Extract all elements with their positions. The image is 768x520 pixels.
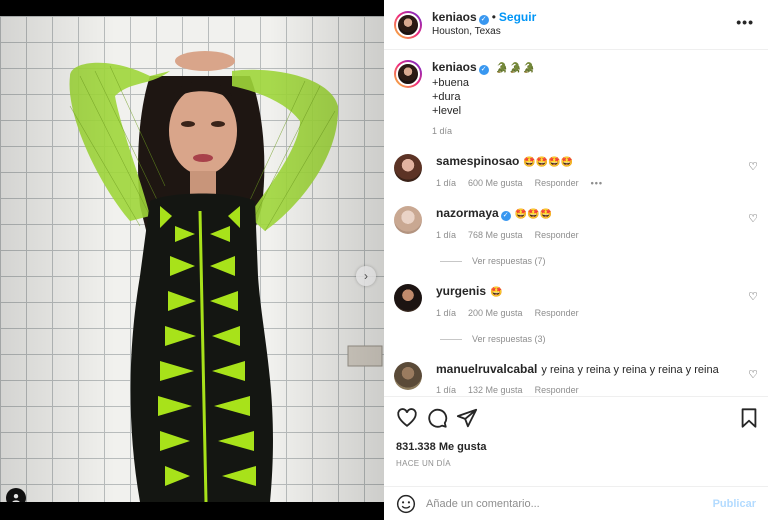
caption-time[interactable]: 1 día <box>432 124 452 138</box>
caption-username[interactable]: keniaos <box>432 60 477 74</box>
like-heart-icon[interactable] <box>396 407 418 429</box>
post-location[interactable]: Houston, Texas <box>432 25 536 39</box>
commenter-username[interactable]: nazormaya <box>436 206 499 220</box>
like-count[interactable]: 831.338 Me gusta <box>396 441 487 453</box>
follow-button[interactable]: Seguir <box>499 10 536 24</box>
photo-illustration <box>69 51 383 502</box>
commenter-avatar[interactable] <box>394 362 422 390</box>
post-side-panel: keniaos ✓ • Seguir Houston, Texas ••• kenia… <box>384 0 768 520</box>
view-replies-button[interactable]: Ver respuestas (3) <box>440 334 546 344</box>
comment-options-icon[interactable]: ••• <box>591 176 603 190</box>
post-actions-bar: 831.338 Me gusta HACE UN DÍA <box>384 396 768 486</box>
post-caption: keniaos ✓ 🐊🐊🐊 +buena +dura +level 1 día <box>394 60 536 138</box>
share-paper-plane-icon[interactable] <box>456 407 478 429</box>
reply-button[interactable]: Responder <box>535 306 579 320</box>
comment-likes[interactable]: 132 Me gusta <box>468 383 523 396</box>
reply-button[interactable]: Responder <box>535 228 579 242</box>
comment-time[interactable]: 1 día <box>436 383 456 396</box>
commenter-avatar[interactable] <box>394 284 422 312</box>
view-replies-label[interactable]: Ver respuestas (7) <box>472 256 546 266</box>
view-replies-label[interactable]: Ver respuestas (3) <box>472 334 546 344</box>
comment-likes[interactable]: 768 Me gusta <box>468 228 523 242</box>
like-comment-heart-icon[interactable]: ♡ <box>748 290 758 303</box>
reply-button[interactable]: Responder <box>535 176 579 190</box>
separator-dot: • <box>491 10 496 24</box>
publish-button[interactable]: Publicar <box>713 498 756 510</box>
comment-text: 🤩🤩🤩 <box>514 209 553 220</box>
commenter-avatar[interactable] <box>394 206 422 234</box>
author-avatar[interactable] <box>394 10 422 39</box>
commenter-username[interactable]: yurgenis <box>436 284 486 298</box>
comment-input[interactable] <box>426 497 713 510</box>
comment-text: y reina y reina y reina y reina y reina <box>541 364 719 376</box>
post-timestamp[interactable]: HACE UN DÍA <box>396 459 451 468</box>
post-photo[interactable]: › <box>0 16 384 502</box>
comment-text: 🤩🤩🤩🤩 <box>523 157 574 168</box>
replies-divider <box>440 338 462 340</box>
comment-likes[interactable]: 600 Me gusta <box>468 176 523 190</box>
comment-bubble-icon[interactable] <box>426 407 448 429</box>
comment-item: yurgenis 🤩 1 día 200 Me gusta Responder ♡ <box>394 284 760 320</box>
caption-line: +level <box>432 105 462 117</box>
comment-time[interactable]: 1 día <box>436 228 456 242</box>
commenter-username[interactable]: manuelruvalcabal <box>436 362 537 376</box>
comments-list[interactable]: keniaos ✓ 🐊🐊🐊 +buena +dura +level 1 día s… <box>384 50 768 396</box>
verified-badge-icon: ✓ <box>478 15 489 25</box>
save-bookmark-icon[interactable] <box>738 407 760 429</box>
commenter-avatar[interactable] <box>394 154 422 182</box>
comment-item: nazormaya ✓ 🤩🤩🤩 1 día 768 Me gusta Respond… <box>394 206 760 242</box>
comment-likes[interactable]: 200 Me gusta <box>468 306 523 320</box>
like-comment-heart-icon[interactable]: ♡ <box>748 368 758 381</box>
comment-item: samespinosao 🤩🤩🤩🤩 1 día 600 Me gusta Resp… <box>394 154 760 190</box>
post-header: keniaos ✓ • Seguir Houston, Texas ••• <box>384 0 768 50</box>
reply-button[interactable]: Responder <box>535 383 579 396</box>
comment-text: 🤩 <box>490 287 503 298</box>
caption-emojis: 🐊🐊🐊 <box>495 63 537 74</box>
caption-line: +dura <box>432 91 461 103</box>
verified-badge-icon: ✓ <box>500 211 511 221</box>
commenter-username[interactable]: samespinosao <box>436 154 519 168</box>
like-comment-heart-icon[interactable]: ♡ <box>748 160 758 173</box>
replies-divider <box>440 260 462 262</box>
next-slide-button[interactable]: › <box>356 266 376 286</box>
emoji-smiley-icon[interactable] <box>396 494 416 514</box>
more-options-icon[interactable]: ••• <box>736 14 754 30</box>
author-username[interactable]: keniaos <box>432 10 477 24</box>
comment-time[interactable]: 1 día <box>436 176 456 190</box>
add-comment-bar: Publicar <box>384 486 768 520</box>
comment-time[interactable]: 1 día <box>436 306 456 320</box>
view-replies-button[interactable]: Ver respuestas (7) <box>440 256 546 266</box>
instagram-post-modal: › keniaos✓•Seguir Houston, Texas ••• <box>0 0 768 520</box>
caption-author-avatar[interactable] <box>394 60 422 88</box>
caption-line: +buena <box>432 77 470 89</box>
tagged-users-button[interactable] <box>6 488 26 502</box>
comment-item: manuelruvalcabal y reina y reina y reina … <box>394 362 760 396</box>
user-tag-icon <box>12 494 20 502</box>
verified-badge-icon: ✓ <box>478 65 489 75</box>
like-comment-heart-icon[interactable]: ♡ <box>748 212 758 225</box>
